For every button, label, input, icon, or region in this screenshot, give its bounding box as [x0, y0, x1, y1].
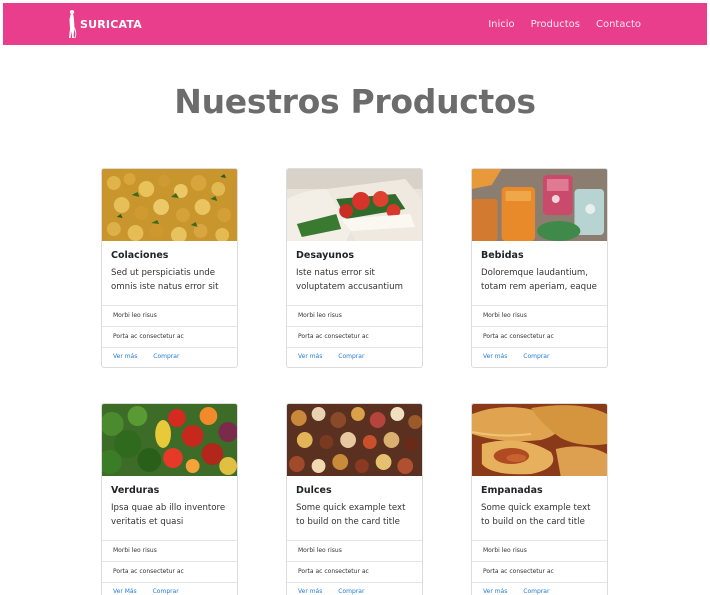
card-text: Iste natus error sit voluptatem accusant… [296, 268, 403, 292]
product-card: Bebidas Doloremque laudantium, totam rem… [471, 168, 608, 368]
comprar-link[interactable]: Comprar [523, 353, 549, 360]
navbar: SURICATA Inicio Productos Contacto [3, 3, 707, 45]
list-item: Porta ac consectetur ac [287, 561, 422, 582]
comprar-link[interactable]: Comprar [153, 588, 179, 595]
ver-mas-link[interactable]: Ver Más [113, 588, 137, 595]
card-body: Desayunos Iste natus error sit voluptate… [287, 241, 422, 305]
list-item: Porta ac consectetur ac [472, 326, 607, 347]
card-text: Some quick example text to build on the … [296, 503, 406, 527]
ver-mas-link[interactable]: Ver más [483, 353, 507, 360]
vegetables-photo [102, 404, 237, 476]
page-title: Nuestros Productos [174, 82, 536, 121]
card-body: Bebidas Doloremque laudantium, totam rem… [472, 241, 607, 305]
comprar-link[interactable]: Comprar [153, 353, 179, 360]
ver-mas-link[interactable]: Ver más [298, 353, 322, 360]
product-card: Dulces Some quick example text to build … [286, 403, 423, 595]
card-links: Ver más Comprar [287, 582, 422, 595]
card-text: Doloremque laudantium, totam rem aperiam… [481, 268, 597, 292]
card-title: Bebidas [481, 250, 524, 261]
ver-mas-link[interactable]: Ver más [113, 353, 137, 360]
comprar-link[interactable]: Comprar [523, 588, 549, 595]
card-title: Colaciones [111, 250, 169, 261]
ver-mas-link[interactable]: Ver más [483, 588, 507, 595]
card-title: Desayunos [296, 250, 355, 261]
card-body: Dulces Some quick example text to build … [287, 476, 422, 540]
card-title: Empanadas [481, 485, 543, 496]
product-card: Desayunos Iste natus error sit voluptate… [286, 168, 423, 368]
card-title: Verduras [111, 485, 160, 496]
list-item: Morbi leo risus [287, 540, 422, 561]
card-title: Dulces [296, 485, 332, 496]
meerkat-logo-icon [69, 10, 77, 39]
card-text: Some quick example text to build on the … [481, 503, 591, 527]
nav-link-productos[interactable]: Productos [531, 19, 580, 30]
card-text: Sed ut perspiciatis unde omnis iste natu… [111, 268, 219, 292]
brand-link[interactable]: SURICATA [67, 9, 142, 39]
card-links: Ver más Comprar [102, 347, 237, 367]
brand-name: SURICATA [80, 17, 142, 31]
card-links: Ver más Comprar [472, 347, 607, 367]
product-card: Verduras Ipsa quae ab illo inventore ver… [101, 403, 238, 595]
nav-link-inicio[interactable]: Inicio [488, 19, 514, 30]
sandwich-photo [287, 169, 422, 241]
card-links: Ver más Comprar [472, 582, 607, 595]
product-card: Empanadas Some quick example text to bui… [471, 403, 608, 595]
list-item: Porta ac consectetur ac [102, 561, 237, 582]
list-item: Morbi leo risus [472, 540, 607, 561]
sweets-photo [287, 404, 422, 476]
nav-link-contacto[interactable]: Contacto [596, 19, 641, 30]
list-item: Porta ac consectetur ac [287, 326, 422, 347]
chickpea-stew-photo [102, 169, 237, 241]
card-text: Ipsa quae ab illo inventore veritatis et… [111, 503, 226, 527]
card-body: Empanadas Some quick example text to bui… [472, 476, 607, 540]
empanadas-photo [472, 404, 607, 476]
ver-mas-link[interactable]: Ver más [298, 588, 322, 595]
comprar-link[interactable]: Comprar [338, 588, 364, 595]
drinks-photo [472, 169, 607, 241]
list-item: Morbi leo risus [472, 305, 607, 326]
list-item: Porta ac consectetur ac [102, 326, 237, 347]
comprar-link[interactable]: Comprar [338, 353, 364, 360]
list-item: Morbi leo risus [102, 305, 237, 326]
list-item: Porta ac consectetur ac [472, 561, 607, 582]
card-links: Ver Más Comprar [102, 582, 237, 595]
card-links: Ver más Comprar [287, 347, 422, 367]
nav-links: Inicio Productos Contacto [488, 3, 641, 45]
card-body: Verduras Ipsa quae ab illo inventore ver… [102, 476, 237, 540]
product-card: Colaciones Sed ut perspiciatis unde omni… [101, 168, 238, 368]
list-item: Morbi leo risus [102, 540, 237, 561]
card-body: Colaciones Sed ut perspiciatis unde omni… [102, 241, 237, 305]
list-item: Morbi leo risus [287, 305, 422, 326]
